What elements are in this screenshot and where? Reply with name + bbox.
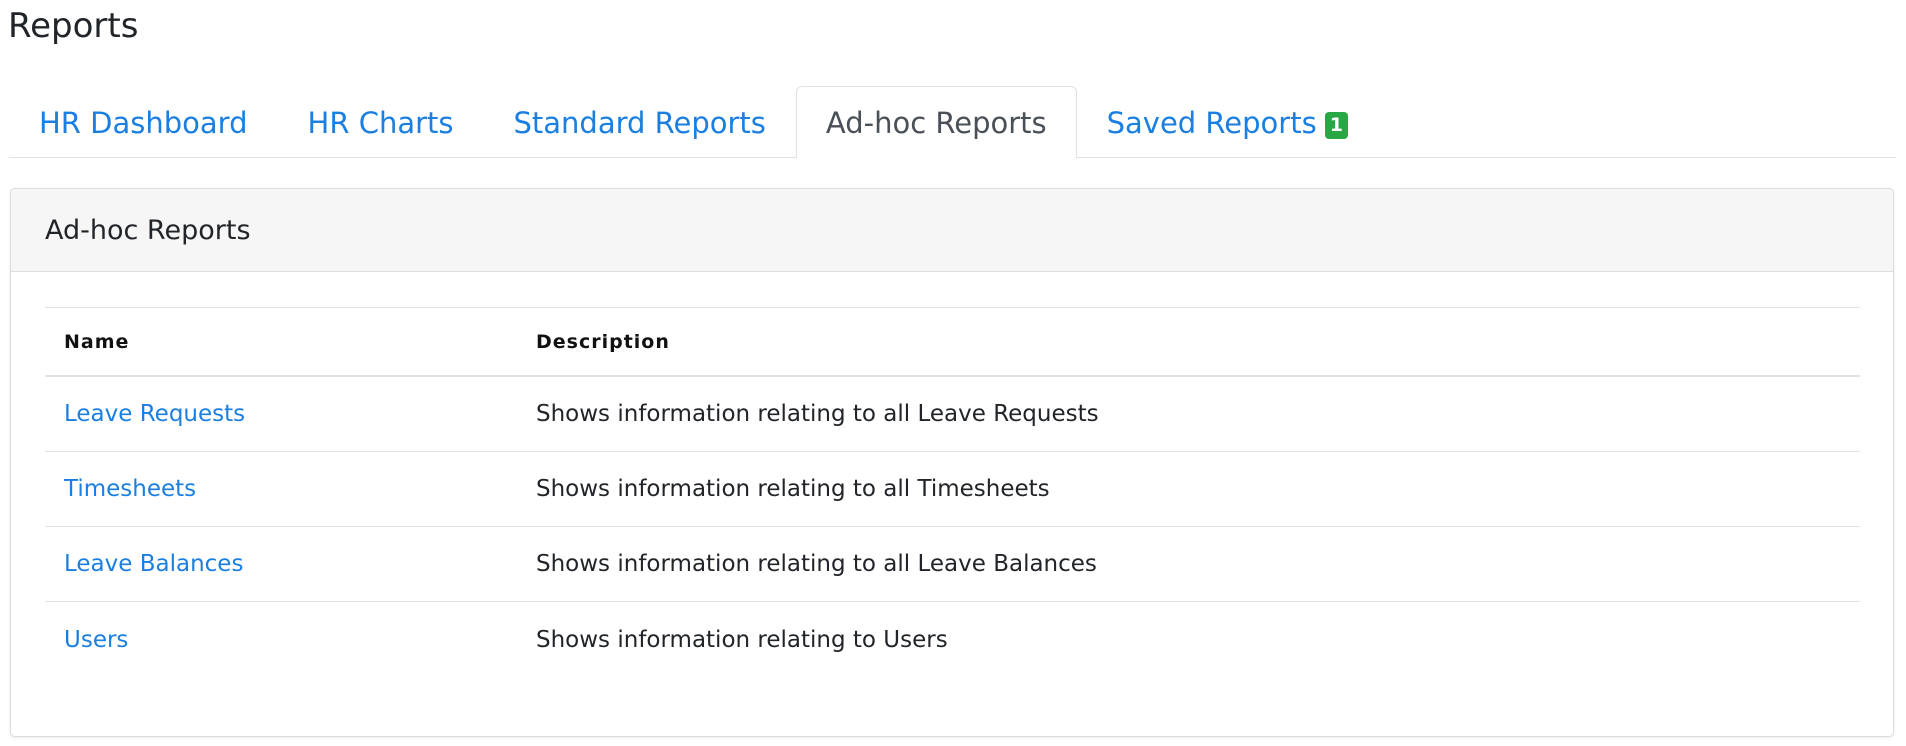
table-row: Users Shows information relating to User… (45, 602, 1860, 677)
report-link-leave-balances[interactable]: Leave Balances (64, 551, 243, 577)
card-title: Ad-hoc Reports (45, 214, 251, 246)
report-description: Shows information relating to all Leave … (536, 551, 1097, 577)
saved-reports-count-badge: 1 (1324, 112, 1348, 139)
report-description: Shows information relating to all Leave … (536, 401, 1099, 427)
table-row: Timesheets Shows information relating to… (45, 452, 1860, 527)
report-description: Shows information relating to Users (536, 626, 948, 653)
report-link-users[interactable]: Users (64, 627, 128, 653)
report-tabs: HR Dashboard HR Charts Standard Reports … (9, 86, 1896, 158)
tab-ad-hoc-reports[interactable]: Ad-hoc Reports (795, 86, 1077, 158)
table-row: Leave Balances Shows information relatin… (45, 527, 1860, 602)
tab-label: HR Charts (307, 105, 454, 140)
ad-hoc-reports-card: Ad-hoc Reports Name Description Leave Re… (10, 188, 1894, 737)
page-title: Reports (8, 6, 139, 46)
tab-label: HR Dashboard (39, 105, 248, 140)
tab-saved-reports[interactable]: Saved Reports 1 (1077, 87, 1378, 157)
reports-page: Reports HR Dashboard HR Charts Standard … (0, 0, 1906, 746)
table-header-row: Name Description (45, 308, 1860, 377)
tab-label: Standard Reports (513, 105, 766, 140)
tab-hr-dashboard[interactable]: HR Dashboard (9, 87, 278, 157)
tab-label: Saved Reports (1106, 105, 1317, 140)
table-row: Leave Requests Shows information relatin… (45, 377, 1860, 452)
column-header-name: Name (64, 330, 130, 353)
tab-label: Ad-hoc Reports (825, 105, 1047, 140)
report-link-timesheets[interactable]: Timesheets (64, 476, 196, 502)
report-link-leave-requests[interactable]: Leave Requests (64, 401, 245, 427)
tab-hr-charts[interactable]: HR Charts (278, 87, 484, 157)
tab-standard-reports[interactable]: Standard Reports (484, 87, 796, 157)
report-description: Shows information relating to all Timesh… (536, 476, 1050, 502)
column-header-description: Description (536, 330, 670, 353)
card-header: Ad-hoc Reports (11, 189, 1893, 272)
reports-table: Name Description Leave Requests Shows in… (45, 307, 1860, 677)
